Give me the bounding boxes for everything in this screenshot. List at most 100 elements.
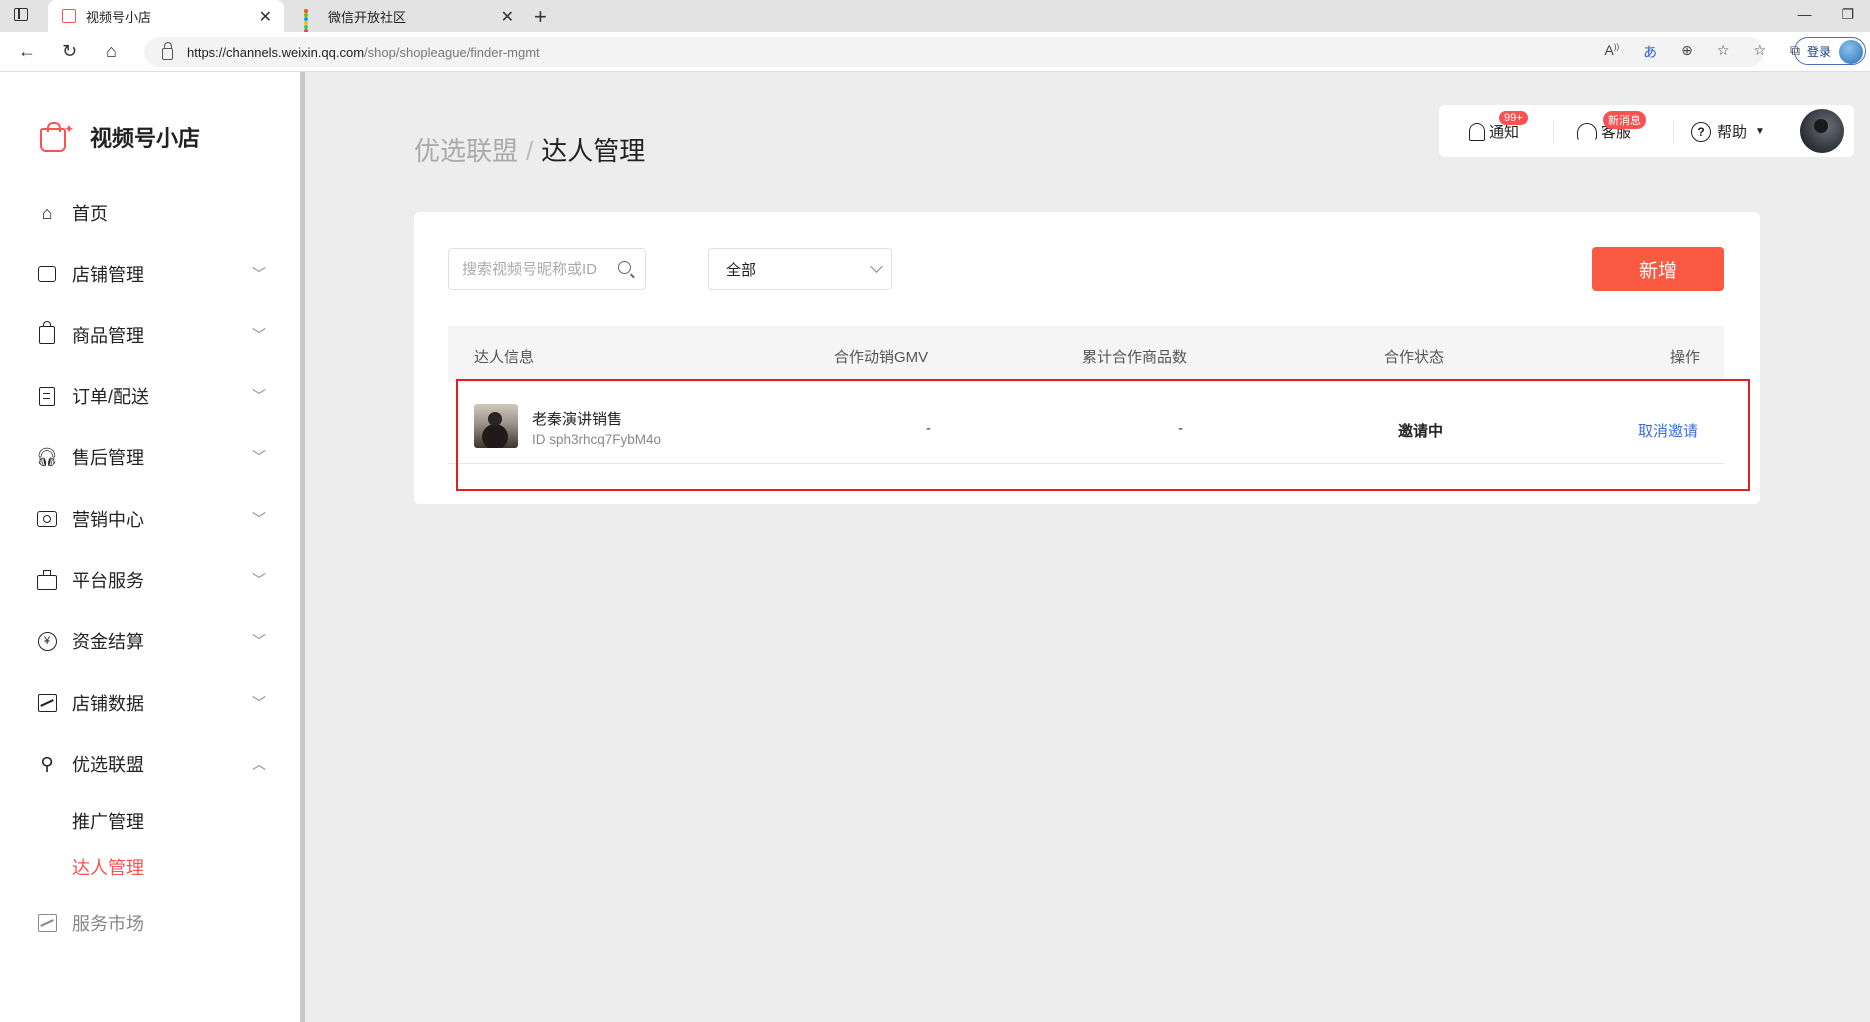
status-select[interactable]: 全部 [708,248,892,290]
divider [1553,121,1554,143]
headset-icon: 🎧︎ [35,446,59,467]
sidebar-item-label: 售后管理 [72,448,144,468]
sidebar-item-marketing[interactable]: 营销中心 ﹀ [36,504,266,534]
sidebar-item-products[interactable]: 商品管理 ﹀ [36,320,266,350]
sidebar-item-home[interactable]: ⌂ 首页 [36,198,266,228]
help-button[interactable]: ? 帮助 ▼ [1691,121,1765,142]
sidebar-item-league[interactable]: ⚲ 优选联盟 ︿ [36,749,266,779]
sidebar-item-data[interactable]: 店铺数据 ﹀ [36,688,266,718]
talent-id: ID sph3rhcq7FybM4o [532,432,662,447]
url-field[interactable]: https://channels.weixin.qq.com/shop/shop… [144,37,1764,67]
chevron-down-icon: ﹀ [252,327,266,343]
talent-list-card: 全部 新增 达人信息 合作动销GMV 累计合作商品数 合作状态 操作 老秦演讲销… [414,212,1760,504]
sidebar-item-label: 平台服务 [72,571,144,591]
chevron-down-icon: ﹀ [252,388,266,404]
talent-name: 老秦演讲销售 [532,411,623,428]
window-controls: — ❐ [1797,6,1854,23]
login-button[interactable]: 登录 [1794,37,1866,65]
home-icon: ⌂ [41,202,53,223]
briefcase-icon [36,569,58,591]
sidebar-item-platform[interactable]: 平台服务 ﹀ [36,565,266,595]
search-box [448,248,646,290]
page-title: 达人管理 [541,136,646,166]
add-button[interactable]: 新增 [1592,247,1724,291]
chevron-down-icon: ﹀ [252,695,266,711]
column-header: 累计合作商品数 [1082,349,1188,366]
column-header: 达人信息 [474,349,535,366]
sidebar-item-aftersale[interactable]: 🎧︎ 售后管理 ﹀ [36,442,266,472]
network-icon: ⚲ [40,753,54,774]
avatar[interactable] [1800,109,1844,153]
sidebar: ✦ 视频号小店 ⌂ 首页 店铺管理 ﹀ 商品管理 ﹀ 订单/配送 ﹀ 🎧︎ 售后… [0,72,300,1022]
tab-shop[interactable]: 视频号小店 ✕ [48,0,284,32]
gmv-value: - [926,420,931,437]
bag-icon [36,321,58,346]
cancel-invite-link[interactable]: 取消邀请 [1638,420,1698,441]
service-badge: 新消息 [1603,111,1646,129]
logo-text: 视频号小店 [90,126,201,151]
community-favicon-icon [304,9,318,45]
table-header: 达人信息 合作动销GMV 累计合作商品数 合作状态 操作 [448,326,1724,382]
breadcrumb-parent[interactable]: 优选联盟 [414,136,518,166]
notify-badge: 99+ [1499,111,1528,125]
home-icon[interactable]: ⌂ [106,41,117,62]
minimize-icon[interactable]: — [1797,6,1811,23]
chart-icon [36,692,58,714]
notify-button[interactable]: 通知 99+ [1469,111,1528,142]
sidebar-item-label: 订单/配送 [72,387,150,407]
favorites-icon[interactable]: ☆ [1753,42,1766,62]
sidebar-item-label: 店铺数据 [72,694,144,714]
sidebar-item-funds[interactable]: ¥ 资金结算 ﹀ [36,626,266,656]
sidebar-item-orders[interactable]: 订单/配送 ﹀ [36,381,266,411]
headset-icon [1577,122,1597,141]
column-header: 合作动销GMV [834,349,929,366]
sidebar-item-label: 店铺管理 [72,265,144,285]
sidebar-scrollbar[interactable] [300,72,305,1022]
tab-community[interactable]: 微信开放社区 ✕ [290,0,526,45]
close-icon[interactable]: ✕ [501,7,514,27]
tab-label: 微信开放社区 [328,9,407,25]
login-label: 登录 [1807,44,1832,59]
search-icon[interactable] [618,261,631,274]
read-aloud-icon[interactable]: A)) [1604,42,1619,62]
column-header: 操作 [1670,349,1701,366]
product-count-value: - [1178,420,1183,437]
chevron-down-icon: ﹀ [252,449,266,465]
sidebar-item-store[interactable]: 店铺管理 ﹀ [36,259,266,289]
sidebar-subitem-talent[interactable]: 达人管理 [72,854,144,880]
sidebar-item-label: 优选联盟 [72,755,144,775]
sidebar-subitem-promotion[interactable]: 推广管理 [72,808,144,834]
caret-down-icon: ▼ [1755,126,1765,137]
shop-favicon-icon [62,9,76,23]
service-button[interactable]: 客服 新消息 [1577,111,1646,142]
divider [1673,121,1674,143]
sidebar-item-label: 资金结算 [72,632,144,652]
translate-icon[interactable]: あ [1643,42,1657,62]
help-icon: ? [1691,121,1711,142]
yen-icon: ¥ [36,630,58,652]
order-icon [36,385,58,407]
ticket-icon [36,508,58,530]
url-text: https://channels.weixin.qq.com/shop/shop… [187,44,540,60]
lock-icon [162,42,173,60]
new-tab-icon[interactable]: + [534,4,547,30]
restore-icon[interactable]: ❐ [1841,6,1854,23]
zoom-icon[interactable]: ⊕ [1681,42,1693,62]
tab-label: 视频号小店 [86,9,152,25]
column-header: 合作状态 [1384,349,1445,366]
status-select-value: 全部 [726,261,757,279]
tab-actions-icon[interactable] [14,8,28,21]
logo[interactable]: ✦ 视频号小店 [38,120,200,154]
refresh-icon[interactable]: ↻ [62,41,77,62]
favorite-add-icon[interactable]: ☆ [1717,42,1730,62]
chevron-down-icon: ﹀ [252,633,266,649]
back-icon[interactable]: ← [18,41,36,62]
search-input[interactable] [462,260,612,278]
sidebar-item-service-market[interactable]: 服务市场 [36,908,266,938]
market-icon [36,912,58,934]
breadcrumb-separator: / [526,136,534,166]
shop-logo-icon: ✦ [38,120,74,154]
browser-tab-bar: 视频号小店 ✕ 微信开放社区 ✕ + — ❐ [0,0,1870,45]
close-icon[interactable]: ✕ [259,7,272,27]
status-value: 邀请中 [1398,423,1444,440]
